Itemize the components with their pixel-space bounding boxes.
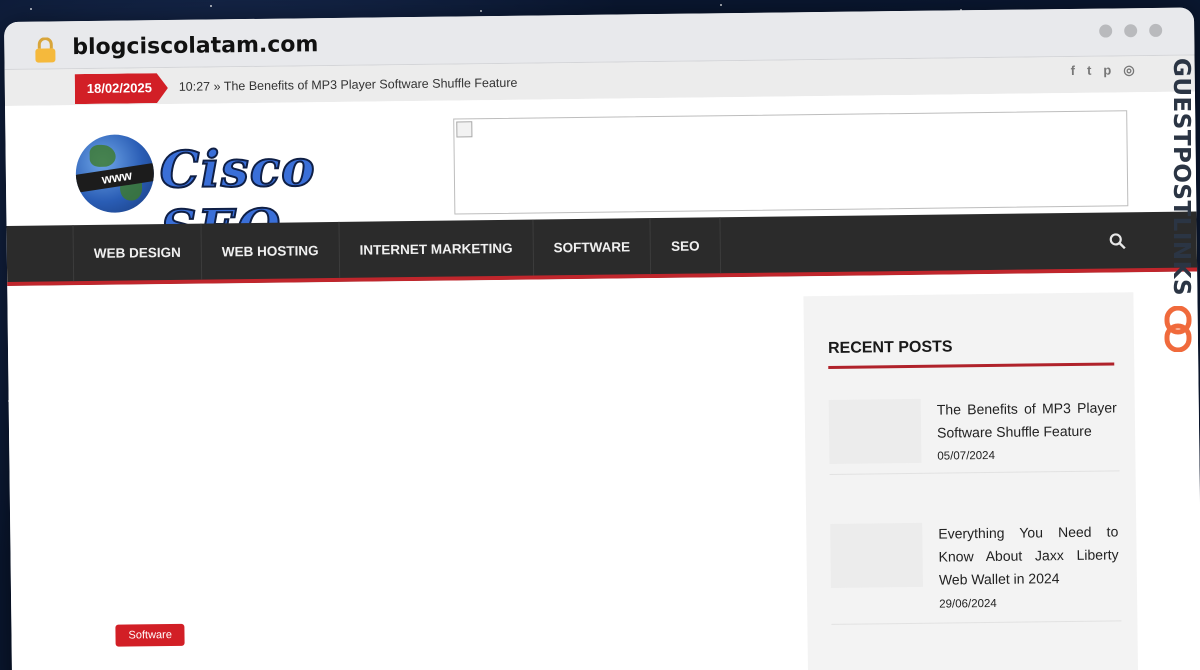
watermark-text: GUESTPOSTLINKS — [1168, 58, 1194, 297]
nav-item-seo[interactable]: SEO — [649, 217, 721, 275]
lock-icon — [35, 37, 56, 63]
twitter-icon[interactable]: t — [1087, 63, 1092, 79]
nav-item-web-hosting[interactable]: WEB HOSTING — [200, 221, 339, 280]
date-badge: 18/02/2025 — [75, 73, 168, 104]
guestpostlinks-watermark: GUESTPOSTLINKS — [1160, 58, 1198, 358]
instagram-icon[interactable]: ◎ — [1123, 62, 1135, 78]
recent-post-item[interactable]: The Benefits of MP3 Player Software Shuf… — [828, 396, 1120, 475]
category-tag[interactable]: Software — [115, 623, 186, 647]
ticker-time: 10:27 — [178, 79, 211, 94]
sidebar-recent-posts: RECENT POSTS The Benefits of MP3 Player … — [803, 292, 1139, 670]
nav-item-software[interactable]: SOFTWARE — [532, 218, 651, 276]
window-controls — [1099, 23, 1163, 38]
main-content: Software RECENT POSTS The Benefits of MP… — [7, 271, 1200, 670]
search-icon[interactable] — [1109, 232, 1127, 250]
post-title[interactable]: The Benefits of MP3 Player Software Shuf… — [937, 396, 1118, 444]
post-thumbnail[interactable] — [828, 398, 922, 464]
pinterest-icon[interactable]: p — [1103, 62, 1111, 78]
ticker-arrow-icon: » — [213, 79, 224, 94]
site-logo[interactable]: www Cisco SEO — [75, 131, 436, 259]
link-chain-icon — [1164, 306, 1192, 352]
globe-icon: www — [75, 134, 155, 214]
domain-label[interactable]: blogciscolatam.com — [72, 32, 318, 60]
nav-item-internet-marketing[interactable]: INTERNET MARKETING — [338, 219, 533, 278]
post-title[interactable]: Everything You Need to Know About Jaxx L… — [938, 520, 1119, 591]
site-header: www Cisco SEO — [5, 91, 1197, 259]
window-dot-3[interactable] — [1149, 23, 1163, 38]
news-ticker[interactable]: 10:27 » The Benefits of MP3 Player Softw… — [179, 76, 518, 94]
globe-www-text: www — [75, 162, 155, 194]
broken-image-icon — [456, 121, 473, 138]
post-date: 29/06/2024 — [939, 597, 997, 611]
browser-window: blogciscolatam.com 18/02/2025 10:27 » Th… — [4, 7, 1200, 670]
post-divider — [831, 620, 1122, 625]
ad-banner[interactable] — [453, 110, 1129, 215]
window-dot-2[interactable] — [1124, 24, 1138, 38]
sidebar-title: RECENT POSTS — [827, 338, 953, 357]
window-dot-1[interactable] — [1099, 24, 1113, 38]
post-date: 05/07/2024 — [937, 449, 996, 463]
post-thumbnail[interactable] — [830, 522, 923, 588]
post-divider — [829, 470, 1120, 475]
recent-post-item[interactable]: Everything You Need to Know About Jaxx L… — [830, 520, 1122, 625]
social-links: f t p ◎ — [1071, 62, 1135, 79]
ticker-text[interactable]: The Benefits of MP3 Player Software Shuf… — [224, 76, 518, 94]
sidebar-title-underline — [828, 362, 1115, 369]
nav-item-web-design[interactable]: WEB DESIGN — [72, 223, 202, 282]
facebook-icon[interactable]: f — [1071, 63, 1076, 79]
